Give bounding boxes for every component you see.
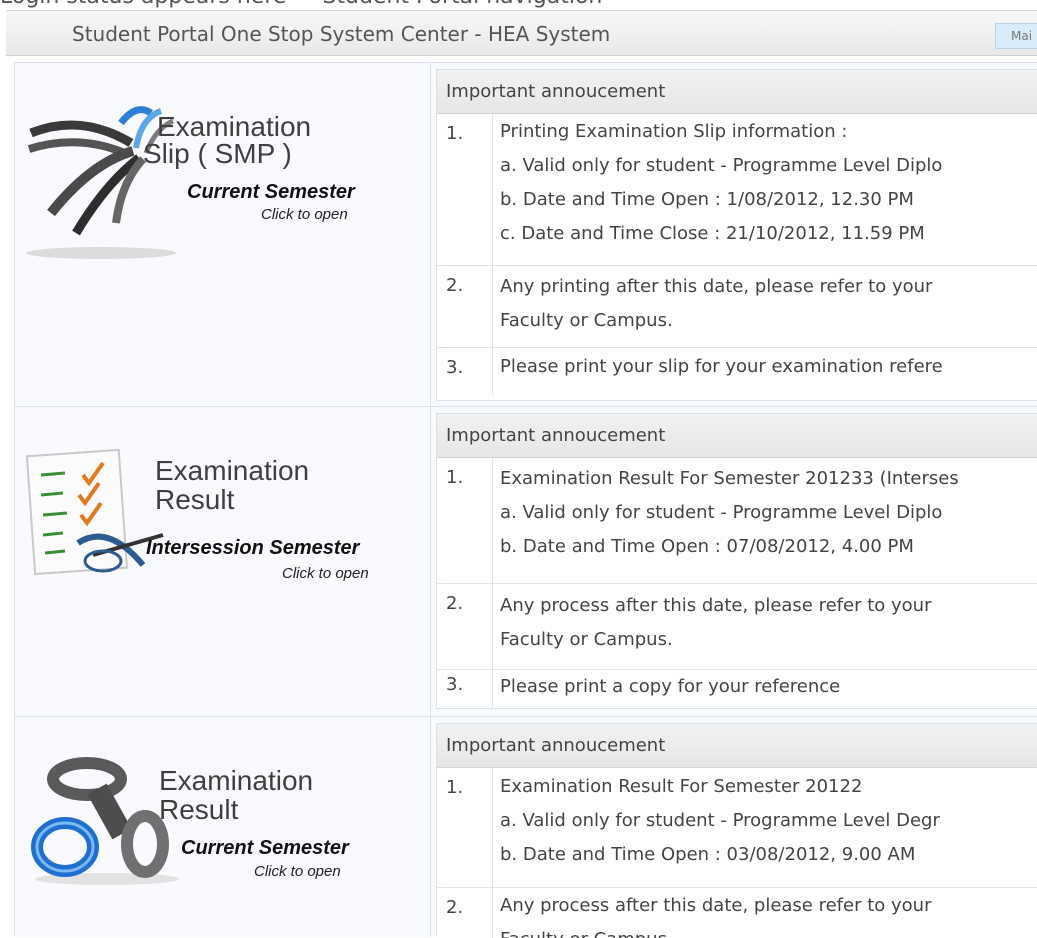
row-line: b. Date and Time Open : 07/08/2012, 4.00… <box>500 536 914 557</box>
row-line: Examination Result For Semester 20122 <box>500 776 863 797</box>
announcement-row: 1. Examination Result For Semester 20123… <box>437 458 1037 584</box>
row-number: 3. <box>437 670 493 708</box>
announcement-heading: Important annoucement <box>437 724 1037 768</box>
row-text: Any process after this date, please refe… <box>500 589 931 657</box>
banner-title-line1: Examination <box>155 455 310 486</box>
row-number: 1. <box>437 114 493 265</box>
row-line: Any process after this date, please refe… <box>500 595 932 616</box>
banner-cell: Examination Result Current Semester Clic… <box>15 717 431 937</box>
intersession-result-section: Examination Result Intersession Semester… <box>15 407 1037 717</box>
checklist-pen-icon <box>25 448 164 576</box>
row-text: Please print your slip for your examinat… <box>500 350 943 384</box>
announcement-heading: Important annoucement <box>437 414 1037 458</box>
top-strip-text: Login status appears here — Student Port… <box>0 0 602 9</box>
exam-slip-section: Examination Slip ( SMP ) Current Semeste… <box>15 63 1037 407</box>
current-result-banner[interactable]: Examination Result Current Semester Clic… <box>27 739 407 889</box>
banner-semester: Current Semester <box>181 837 349 859</box>
row-number: 2. <box>437 266 493 347</box>
announcement-table: Important annoucement 1. Printing Examin… <box>436 69 1037 401</box>
banner-semester: Intersession Semester <box>146 537 360 559</box>
row-line: c. Date and Time Close : 21/10/2012, 11.… <box>500 223 925 244</box>
banner-cell: Examination Slip ( SMP ) Current Semeste… <box>15 63 431 406</box>
row-number: 2. <box>437 584 493 669</box>
announcement-heading: Important annoucement <box>437 70 1037 114</box>
row-text: Any printing after this date, please ref… <box>500 270 932 338</box>
row-line: a. Valid only for student - Programme Le… <box>500 502 943 523</box>
announcement-row: 1. Examination Result For Semester 20122… <box>437 768 1037 888</box>
current-result-section: Examination Result Current Semester Clic… <box>15 717 1037 938</box>
banner-title-line2: Slip ( SMP ) <box>143 138 292 169</box>
announcement-table: Important annoucement 1. Examination Res… <box>436 723 1037 938</box>
banner-title-line2: Result <box>159 794 239 825</box>
row-line: Examination Result For Semester 201233 (… <box>500 468 959 489</box>
row-line: Please print your slip for your examinat… <box>500 356 943 377</box>
row-line: Faculty or Campus. <box>500 310 673 331</box>
exam-slip-banner[interactable]: Examination Slip ( SMP ) Current Semeste… <box>21 93 401 263</box>
announcement-row: 2. Any printing after this date, please … <box>437 266 1037 348</box>
announcement-row: 1. Printing Examination Slip information… <box>437 114 1037 266</box>
row-number: 1. <box>437 458 493 583</box>
row-text: Any process after this date, please refe… <box>500 889 931 938</box>
main-menu-button[interactable]: Mai <box>995 23 1037 49</box>
banner-title-line2: Result <box>155 484 235 515</box>
row-line: Please print a copy for your reference <box>500 676 841 697</box>
row-line: Faculty or Campus. <box>500 629 673 650</box>
row-text: Examination Result For Semester 20122 a.… <box>500 770 940 872</box>
banner-semester: Current Semester <box>187 181 355 203</box>
banner-title-line1: Examination <box>159 765 314 796</box>
banner-click-to-open: Click to open <box>282 565 369 582</box>
row-line: Printing Examination Slip information : <box>500 121 848 142</box>
row-text: Please print a copy for your reference <box>500 670 840 704</box>
top-strip: Login status appears here — Student Port… <box>0 0 1037 10</box>
banner-click-to-open: Click to open <box>261 206 348 223</box>
row-line: a. Valid only for student - Programme Le… <box>500 155 943 176</box>
row-line: b. Date and Time Open : 1/08/2012, 12.30… <box>500 189 914 210</box>
page-header: Student Portal One Stop System Center - … <box>6 10 1037 56</box>
banner-click-to-open: Click to open <box>254 863 341 880</box>
row-line: Any printing after this date, please ref… <box>500 276 933 297</box>
announcement-row: 3. Please print your slip for your exami… <box>437 348 1037 396</box>
row-text: Examination Result For Semester 201233 (… <box>500 462 959 564</box>
row-text: Printing Examination Slip information : … <box>500 115 942 251</box>
announcement-row: 2. Any process after this date, please r… <box>437 888 1037 938</box>
announcement-row: 3. Please print a copy for your referenc… <box>437 670 1037 708</box>
page-title: Student Portal One Stop System Center - … <box>72 22 611 46</box>
row-line: b. Date and Time Open : 03/08/2012, 9.00… <box>500 844 916 865</box>
banner-cell: Examination Result Intersession Semester… <box>15 407 431 716</box>
content-panel: Examination Slip ( SMP ) Current Semeste… <box>14 62 1037 938</box>
intersession-result-banner[interactable]: Examination Result Intersession Semester… <box>23 443 418 583</box>
announcement-table: Important annoucement 1. Examination Res… <box>436 413 1037 709</box>
row-line: Any process after this date, please refe… <box>500 895 932 916</box>
row-number: 1. <box>437 768 493 887</box>
row-line: a. Valid only for student - Programme Le… <box>500 810 940 831</box>
row-number: 2. <box>437 888 493 938</box>
row-number: 3. <box>437 348 493 396</box>
banner-title-line1: Examination <box>157 111 312 142</box>
announcement-row: 2. Any process after this date, please r… <box>437 584 1037 670</box>
